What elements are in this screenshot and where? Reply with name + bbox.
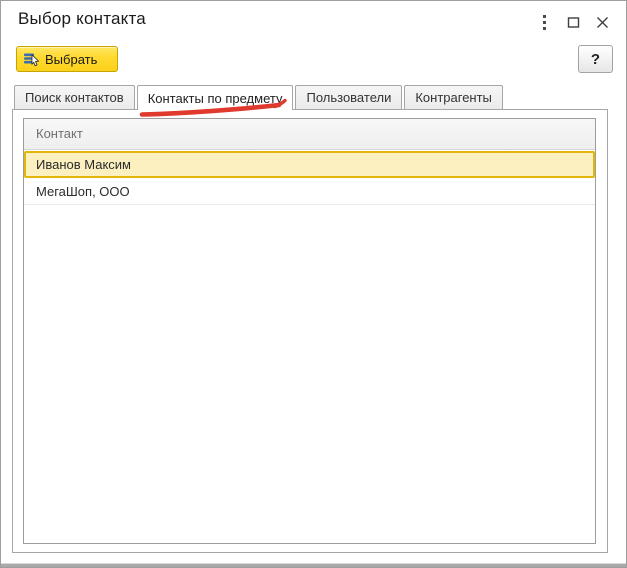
tab-contacts-by-subject[interactable]: Контакты по предмету bbox=[137, 85, 294, 110]
contacts-table: Контакт Иванов Максим МегаШоп, ООО bbox=[23, 118, 596, 544]
tab-label: Контрагенты bbox=[415, 90, 492, 105]
window-title: Выбор контакта bbox=[18, 9, 146, 29]
maximize-icon bbox=[567, 16, 580, 29]
tab-label: Поиск контактов bbox=[25, 90, 124, 105]
tab-contact-search[interactable]: Поиск контактов bbox=[14, 85, 135, 109]
window-bottom-edge bbox=[1, 562, 626, 567]
help-button-label: ? bbox=[591, 51, 600, 68]
tab-label: Пользователи bbox=[306, 90, 391, 105]
window-menu-button[interactable] bbox=[533, 11, 555, 33]
title-bar[interactable]: Выбор контакта bbox=[1, 1, 626, 41]
table-row[interactable]: Иванов Максим bbox=[24, 151, 595, 178]
column-header-contact[interactable]: Контакт bbox=[24, 119, 595, 150]
close-button[interactable] bbox=[591, 11, 613, 33]
tab-bar: Поиск контактов Контакты по предмету Пол… bbox=[14, 85, 503, 109]
tab-users[interactable]: Пользователи bbox=[295, 85, 402, 109]
maximize-button[interactable] bbox=[562, 11, 584, 33]
tab-counterparties[interactable]: Контрагенты bbox=[404, 85, 503, 109]
select-button[interactable]: Выбрать bbox=[16, 46, 118, 72]
table-row[interactable]: МегаШоп, ООО bbox=[24, 178, 595, 205]
help-button[interactable]: ? bbox=[578, 45, 613, 73]
dialog-window: Выбор контакта Выбрать ? Поиск к bbox=[0, 0, 627, 568]
select-button-label: Выбрать bbox=[45, 52, 97, 67]
kebab-menu-icon bbox=[543, 15, 546, 30]
tab-label: Контакты по предмету bbox=[148, 91, 283, 106]
close-icon bbox=[596, 16, 609, 29]
choose-stack-cursor-icon bbox=[23, 51, 40, 67]
